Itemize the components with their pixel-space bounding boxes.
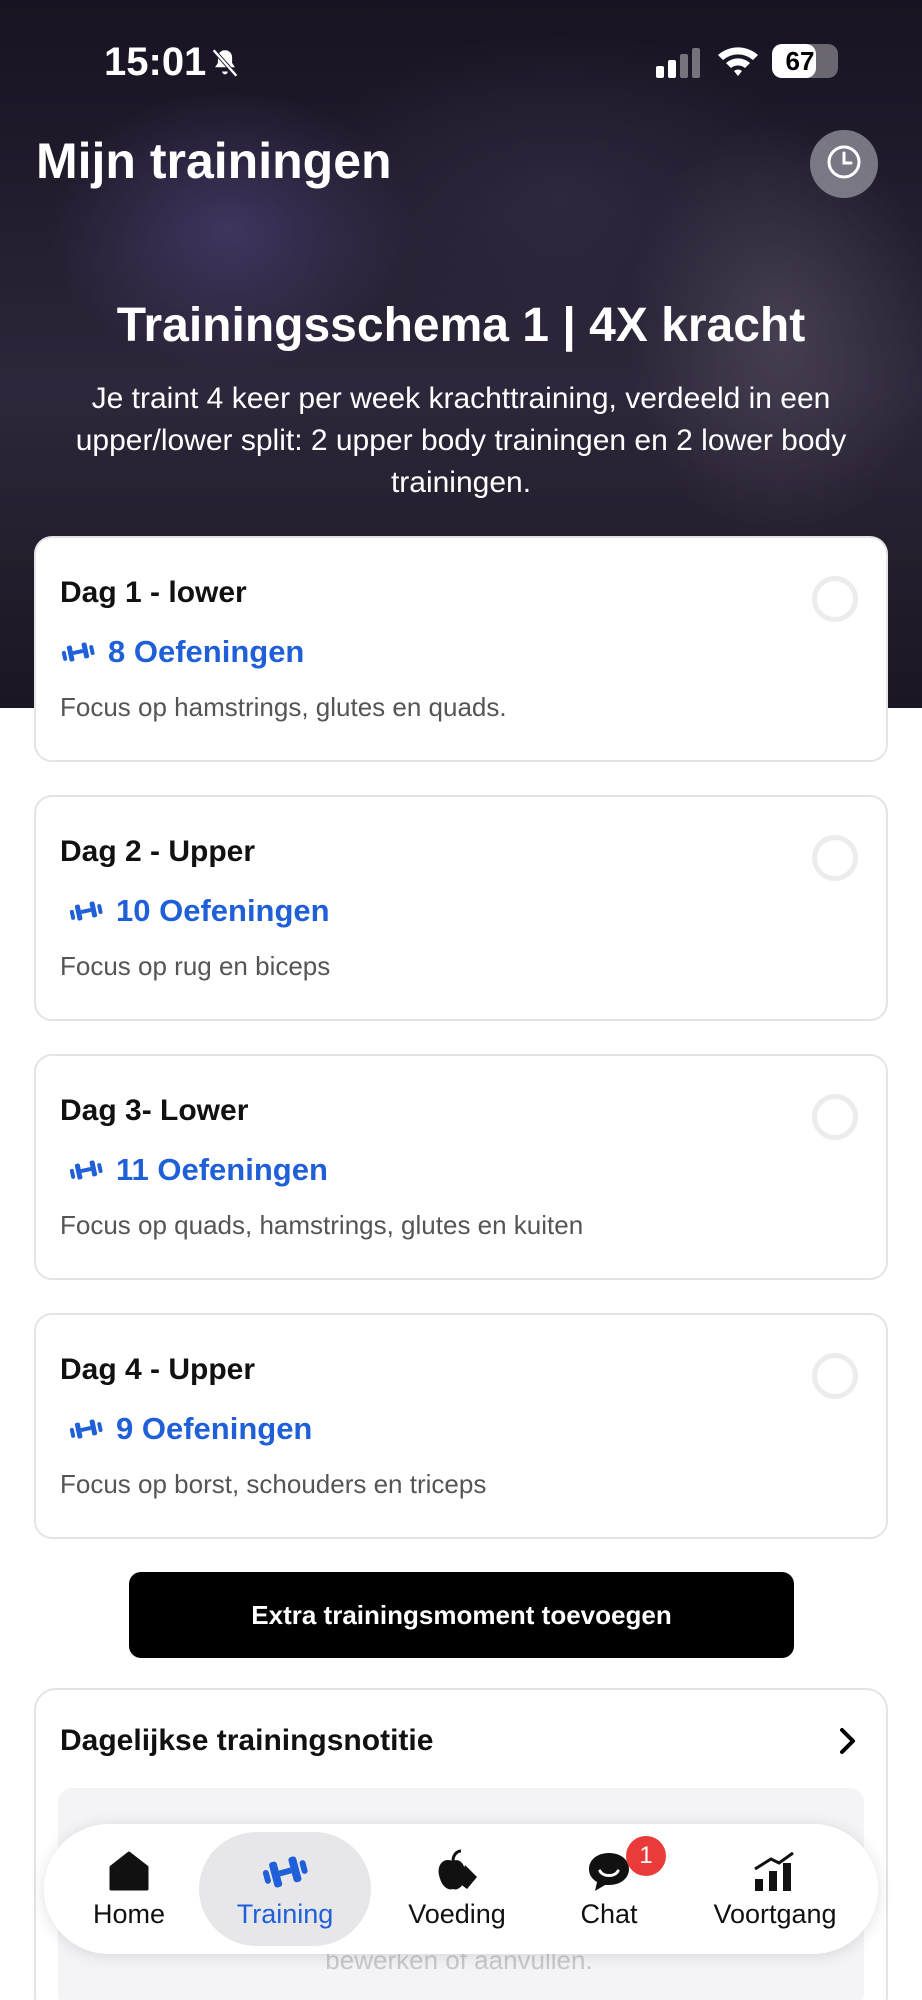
nav-item-training[interactable]: Training xyxy=(199,1832,371,1946)
page-title: Mijn trainingen xyxy=(36,133,392,189)
plan-title: Trainingsschema 1 | 4X kracht xyxy=(116,299,806,352)
training-day-card[interactable]: Dag 4 - Upper 9 Oefeningen Focus op bors… xyxy=(34,1313,888,1539)
wifi-icon xyxy=(716,44,760,78)
chevron-right-icon[interactable] xyxy=(832,1726,862,1756)
nav-label: Chat xyxy=(580,1898,638,1929)
day-description: Focus op quads, hamstrings, glutes en ku… xyxy=(60,1210,584,1240)
exercise-count: 9 Oefeningen xyxy=(116,1411,313,1446)
exercise-count: 11 Oefeningen xyxy=(116,1152,328,1187)
apple-carrot-icon xyxy=(433,1849,481,1893)
home-icon xyxy=(105,1849,153,1893)
battery-indicator: 67 xyxy=(772,44,838,78)
day-description: Focus op borst, schouders en triceps xyxy=(60,1469,487,1499)
completion-checkbox[interactable] xyxy=(812,1094,858,1140)
training-day-card[interactable]: Dag 1 - lower 8 Oefeningen Focus op hams… xyxy=(34,536,888,762)
day-description: Focus op rug en biceps xyxy=(60,951,331,981)
nav-item-home[interactable]: Home xyxy=(64,1824,194,1954)
battery-percentage: 67 xyxy=(785,46,815,76)
bottom-navigation: Home Training Voeding Chat 1 Voortgang xyxy=(44,1824,878,1954)
clock-icon xyxy=(824,142,864,187)
dumbbell-icon xyxy=(68,1417,104,1441)
nav-label: Training xyxy=(236,1898,334,1929)
nav-label: Voortgang xyxy=(713,1898,837,1929)
day-title: Dag 2 - Upper xyxy=(60,835,256,868)
training-day-card[interactable]: Dag 3- Lower 11 Oefeningen Focus op quad… xyxy=(34,1054,888,1280)
history-button[interactable] xyxy=(810,130,878,198)
dumbbell-icon xyxy=(68,1158,104,1182)
nav-item-chat[interactable]: Chat 1 xyxy=(544,1824,674,1954)
nav-item-voeding[interactable]: Voeding xyxy=(382,1824,532,1954)
day-description: Focus op hamstrings, glutes en quads. xyxy=(60,692,507,722)
dumbbell-icon xyxy=(68,899,104,923)
training-day-card[interactable]: Dag 2 - Upper 10 Oefeningen Focus op rug… xyxy=(34,795,888,1021)
exercise-count: 8 Oefeningen xyxy=(108,634,305,669)
note-title: Dagelijkse trainingsnotitie xyxy=(60,1724,434,1757)
dumbbell-icon xyxy=(60,640,96,664)
status-bar: 15:01 67 xyxy=(0,0,922,120)
nav-label: Voeding xyxy=(408,1898,506,1929)
dumbbell-icon xyxy=(261,1849,309,1893)
day-title: Dag 3- Lower xyxy=(60,1094,249,1127)
unread-badge: 1 xyxy=(626,1836,666,1876)
nav-item-voortgang[interactable]: Voortgang xyxy=(690,1824,860,1954)
exercise-count: 10 Oefeningen xyxy=(116,893,330,928)
nav-label: Home xyxy=(92,1898,166,1929)
status-time: 15:01 xyxy=(104,40,207,84)
add-training-button[interactable]: Extra trainingsmoment toevoegen xyxy=(129,1572,794,1658)
cellular-signal-icon xyxy=(654,46,702,78)
day-title: Dag 4 - Upper xyxy=(60,1353,256,1386)
plan-description: Je traint 4 keer per week krachttraining… xyxy=(75,382,847,499)
bell-muted-icon xyxy=(208,46,242,80)
completion-checkbox[interactable] xyxy=(812,576,858,622)
day-title: Dag 1 - lower xyxy=(60,576,247,609)
completion-checkbox[interactable] xyxy=(812,835,858,881)
progress-chart-icon xyxy=(751,1849,799,1893)
completion-checkbox[interactable] xyxy=(812,1353,858,1399)
